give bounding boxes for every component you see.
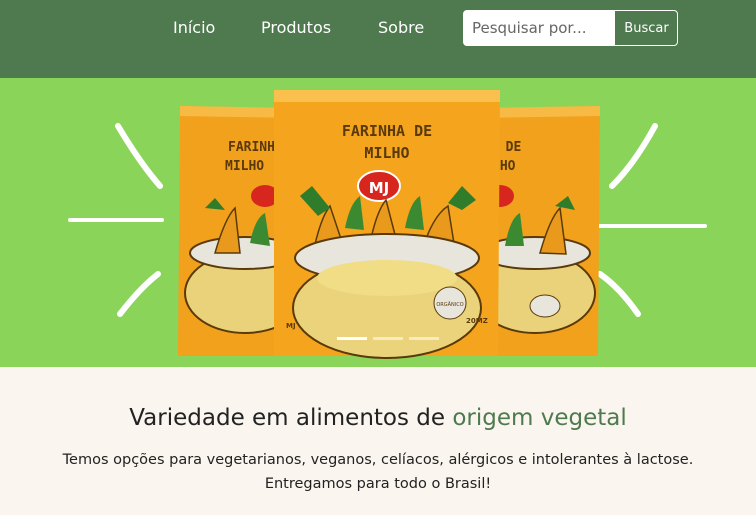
svg-text:MILHO: MILHO xyxy=(225,159,264,174)
hero-banner: FARINHA MILHO A DE LHO FARINHA DE MILHO … xyxy=(0,78,756,367)
nav-link-sobre[interactable]: Sobre xyxy=(378,18,424,37)
nav-link-inicio[interactable]: Início xyxy=(173,18,215,37)
search-form: Buscar xyxy=(463,10,678,46)
description-line-1: Temos opções para vegetarianos, veganos,… xyxy=(62,452,694,468)
description-line-2: Entregamos para todo o Brasil! xyxy=(264,476,492,492)
search-button[interactable]: Buscar xyxy=(614,11,677,45)
carousel-indicator-1[interactable] xyxy=(337,337,367,340)
headline-main: Variedade em alimentos de xyxy=(129,405,453,431)
product-package-center: FARINHA DE MILHO MJ ORGÂNICO MJ 20MZ xyxy=(274,90,500,359)
carousel-indicator-3[interactable] xyxy=(409,337,439,340)
section-headline: Variedade em alimentos de origem vegetal xyxy=(0,405,756,431)
search-input[interactable] xyxy=(464,11,614,45)
carousel-indicator-2[interactable] xyxy=(373,337,403,340)
nav-link-produtos[interactable]: Produtos xyxy=(261,18,331,37)
intro-section: Variedade em alimentos de origem vegetal… xyxy=(0,367,756,515)
package-weight: 20MZ xyxy=(466,317,488,325)
headline-accent: origem vegetal xyxy=(452,405,627,431)
brand-logo: MJ xyxy=(369,179,390,197)
navbar: Início Produtos Sobre Buscar xyxy=(0,0,756,78)
svg-text:MJ: MJ xyxy=(286,322,296,330)
package-title-line1: FARINHA DE xyxy=(342,122,432,140)
organic-badge: ORGÂNICO xyxy=(436,301,463,308)
package-title-line2: MILHO xyxy=(364,144,409,162)
section-description: Temos opções para vegetarianos, veganos,… xyxy=(0,448,756,496)
banner-artwork: FARINHA MILHO A DE LHO FARINHA DE MILHO … xyxy=(68,90,707,359)
